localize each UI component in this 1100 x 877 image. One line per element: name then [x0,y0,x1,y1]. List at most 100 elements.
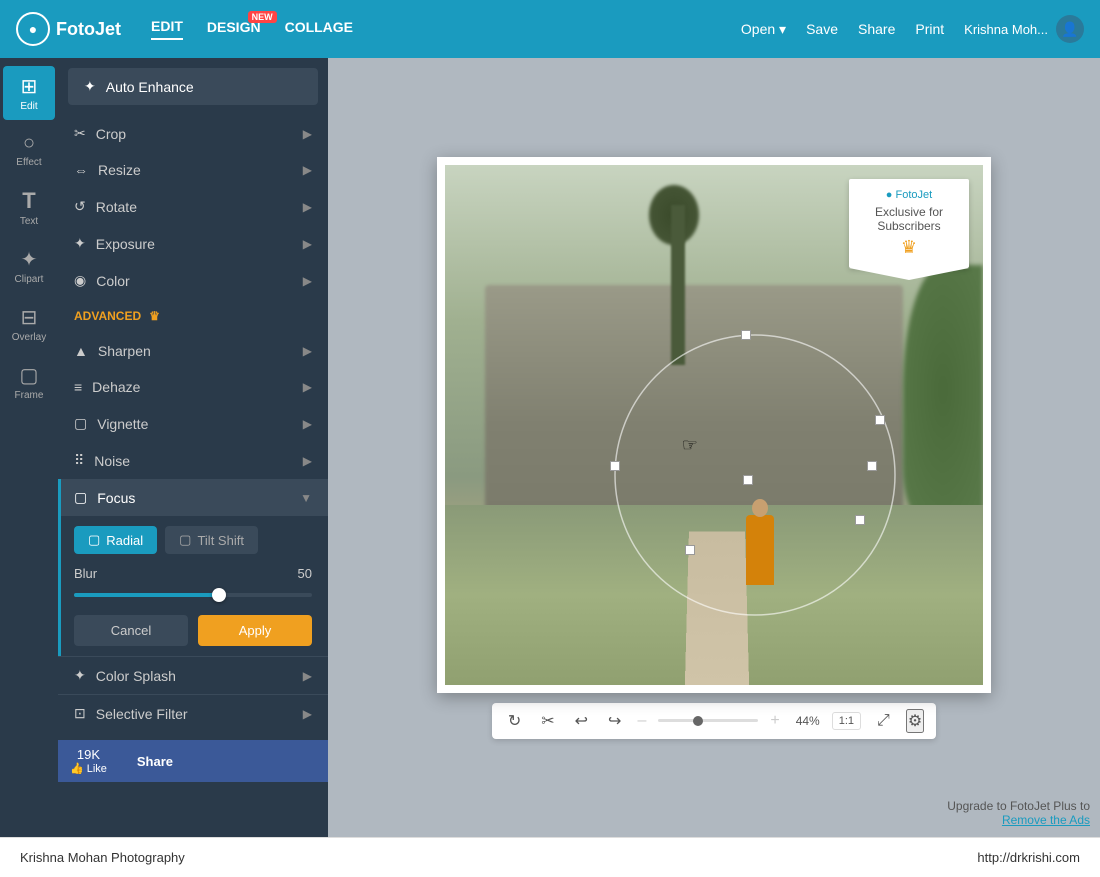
blur-slider-track[interactable] [74,593,312,597]
logo-text: FotoJet [56,19,121,40]
sharpen-icon: ▲ [74,343,88,359]
exposure-arrow: ▶ [303,237,312,251]
logo-area: ● FotoJet [16,12,121,46]
handle-bottom-right[interactable] [855,515,865,525]
user-area[interactable]: Krishna Moh... 👤 [964,15,1084,43]
undo-button[interactable]: ↩ [571,709,592,733]
focus-header[interactable]: ▢ Focus ▼ [58,479,328,516]
resize-menu-item[interactable]: ⇔ Resize ▶ [58,152,328,188]
sidebar-item-text[interactable]: T Text [3,180,55,235]
dehaze-menu-item[interactable]: ≡ Dehaze ▶ [58,369,328,405]
scissors-button[interactable]: ✂ [537,709,558,733]
zoom-track[interactable] [658,719,758,722]
color-splash-menu-item[interactable]: ✦ Color Splash ▶ [58,656,328,694]
color-icon: ◉ [74,272,86,289]
handle-bottom-left[interactable] [685,545,695,555]
handle-left[interactable] [610,461,620,471]
focus-tabs: ▢ Radial ▢ Tilt Shift [74,526,312,554]
radial-icon: ▢ [88,532,100,548]
vignette-arrow: ▶ [303,417,312,431]
crop-icon: ✂ [74,125,86,142]
blur-slider-container[interactable] [74,589,312,605]
zoom-thumb[interactable] [693,716,703,726]
exposure-menu-item[interactable]: ✦ Exposure ▶ [58,225,328,262]
rotate-icon: ↺ [74,198,86,215]
redo-button[interactable]: ↪ [604,709,625,733]
thumbs-up-icon: 👍 [70,762,84,775]
print-button[interactable]: Print [915,21,944,37]
focus-cancel-button[interactable]: Cancel [74,615,188,646]
sidebar-item-edit[interactable]: ⊞ Edit [3,66,55,120]
blur-slider-fill [74,593,217,597]
new-badge: NEW [248,11,277,23]
expand-button[interactable]: ⤢ [873,710,894,732]
sub-banner-flag [849,268,969,280]
handle-center[interactable] [743,475,753,485]
canvas-image[interactable]: ● FotoJet Exclusive for Subscribers ♛ ☞ [445,165,983,685]
blur-value: 50 [298,566,312,581]
sidebar-item-clipart[interactable]: ✦ Clipart [3,239,55,293]
color-menu-item[interactable]: ◉ Color ▶ [58,262,328,299]
sidebar-item-frame[interactable]: ▢ Frame [3,355,55,409]
tilt-shift-tab[interactable]: ▢ Tilt Shift [165,526,258,554]
vignette-menu-item[interactable]: ▢ Vignette ▶ [58,405,328,442]
nav-design[interactable]: DESIGN NEW [207,19,261,39]
exposure-icon: ✦ [74,235,86,252]
save-button[interactable]: Save [806,21,838,37]
left-panel: ✦ Auto Enhance ✂ Crop ▶ ⇔ Resize ▶ ↺ Rot… [58,58,328,837]
refresh-button[interactable]: ↻ [504,709,525,733]
logo-icon: ● [16,12,50,46]
facebook-like-area[interactable]: 19K 👍 Like [58,743,119,779]
color-splash-icon: ✦ [74,667,86,684]
noise-icon: ⠿ [74,452,84,469]
remove-ads-link[interactable]: Remove the Ads [1002,813,1090,827]
auto-enhance-icon: ✦ [84,78,96,95]
sharpen-arrow: ▶ [303,344,312,358]
photo-trees-right [903,265,983,515]
footer-right: http://drkrishi.com [977,850,1080,865]
handle-top[interactable] [741,330,751,340]
dehaze-icon: ≡ [74,379,82,395]
share-button[interactable]: Share [858,21,895,37]
selective-filter-menu-item[interactable]: ⊡ Selective Filter ▶ [58,694,328,732]
handle-right[interactable] [867,461,877,471]
main-layout: ⊞ Edit ○ Effect T Text ✦ Clipart ⊟ Overl… [0,58,1100,837]
crop-menu-item[interactable]: ✂ Crop ▶ [58,115,328,152]
sidebar-item-effect[interactable]: ○ Effect [3,124,55,176]
tilt-shift-icon: ▢ [179,532,191,548]
zoom-slider[interactable] [658,719,758,722]
resize-arrow: ▶ [303,163,312,177]
user-avatar: 👤 [1056,15,1084,43]
blur-slider-thumb[interactable] [212,588,226,602]
resize-icon: ⇔ [74,162,88,178]
radial-tab[interactable]: ▢ Radial [74,526,157,554]
nav-items: EDIT DESIGN NEW COLLAGE [151,18,353,40]
sharpen-menu-item[interactable]: ▲ Sharpen ▶ [58,333,328,369]
facebook-share-button[interactable]: Share [119,746,191,777]
noise-arrow: ▶ [303,454,312,468]
open-button[interactable]: Open ▾ [741,21,786,38]
focus-icon: ▢ [74,489,87,506]
zoom-percent: 44% [796,714,820,728]
topbar: ● FotoJet EDIT DESIGN NEW COLLAGE Open ▾… [0,0,1100,58]
auto-enhance-button[interactable]: ✦ Auto Enhance [68,68,318,105]
fb-count: 19K [77,747,100,762]
nav-collage[interactable]: COLLAGE [285,19,353,39]
photo-monk [746,515,774,585]
edit-icon: ⊞ [21,74,38,99]
sidebar-item-overlay[interactable]: ⊟ Overlay [3,297,55,351]
fit-1-1-button[interactable]: 1:1 [832,712,861,730]
rotate-menu-item[interactable]: ↺ Rotate ▶ [58,188,328,225]
handle-right-upper[interactable] [875,415,885,425]
noise-menu-item[interactable]: ⠿ Noise ▶ [58,442,328,479]
nav-edit[interactable]: EDIT [151,18,183,40]
user-name: Krishna Moh... [964,22,1048,37]
focus-apply-button[interactable]: Apply [198,615,312,646]
clipart-icon: ✦ [21,247,38,272]
frame-icon: ▢ [20,363,39,388]
focus-section: ▢ Focus ▼ ▢ Radial ▢ Tilt Shift [58,479,328,656]
crown-icon: ♛ [149,309,160,323]
dehaze-arrow: ▶ [303,380,312,394]
settings-button[interactable]: ⚙ [906,709,924,733]
crop-arrow: ▶ [303,127,312,141]
